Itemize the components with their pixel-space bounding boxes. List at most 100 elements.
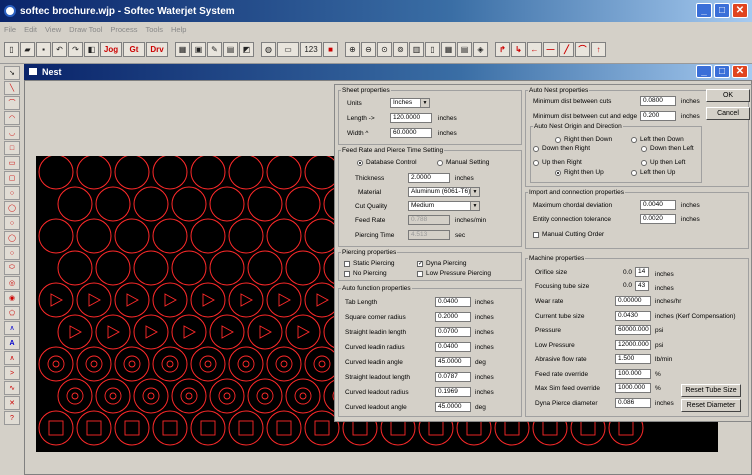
new-file-icon[interactable]: ▯ bbox=[4, 42, 19, 57]
menu-process[interactable]: Process bbox=[110, 25, 137, 34]
paint-icon[interactable]: ◈ bbox=[473, 42, 488, 57]
pin-icon[interactable]: ↑ bbox=[591, 42, 606, 57]
machine-property-input[interactable]: 0.086 bbox=[615, 397, 651, 408]
menu-view[interactable]: View bbox=[45, 25, 61, 34]
origin-up-then-right-radio[interactable] bbox=[533, 160, 539, 166]
thickness-input[interactable]: 2.0000 bbox=[408, 173, 450, 183]
auto-function-input[interactable]: 0.0400 bbox=[435, 297, 471, 307]
origin-down-then-left-radio[interactable] bbox=[641, 146, 647, 152]
auto-function-input[interactable]: 0.1969 bbox=[435, 387, 471, 397]
orifice-size-input[interactable]: 14 bbox=[635, 267, 649, 277]
origin-left-then-up-radio[interactable] bbox=[631, 170, 637, 176]
open-folder-icon[interactable]: ▰ bbox=[20, 42, 35, 57]
circle-tool-icon[interactable]: ○ bbox=[4, 186, 20, 200]
rectangle-tool-icon[interactable]: □ bbox=[4, 141, 20, 155]
machine-property-input[interactable]: 0.0430 bbox=[615, 310, 651, 321]
ruler-icon[interactable]: ▭ bbox=[277, 42, 299, 57]
nest-maximize-icon[interactable]: □ bbox=[714, 65, 730, 78]
reset-diameter-button[interactable]: Reset Diameter bbox=[681, 399, 741, 412]
min-dist-cuts-input[interactable]: 0.0800 bbox=[640, 96, 676, 106]
menu-edit[interactable]: Edit bbox=[24, 25, 37, 34]
entity-tolerance-input[interactable]: 0.0020 bbox=[640, 214, 676, 224]
origin-up-then-left-radio[interactable] bbox=[641, 160, 647, 166]
auto-function-input[interactable]: 0.2000 bbox=[435, 312, 471, 322]
auto-function-input[interactable]: 0.0400 bbox=[435, 342, 471, 352]
triangle-tool-icon[interactable]: ∧ bbox=[4, 321, 20, 335]
pointer-icon[interactable]: ➘ bbox=[4, 66, 20, 80]
text-tool-icon[interactable]: A bbox=[4, 336, 20, 350]
menu-file[interactable]: File bbox=[4, 25, 16, 34]
arc2-tool-icon[interactable]: ◠ bbox=[4, 111, 20, 125]
origin-right-then-down-radio[interactable] bbox=[555, 137, 561, 143]
arc-tool-icon[interactable]: ⌒ bbox=[4, 96, 20, 110]
redo-icon[interactable]: ↷ bbox=[68, 42, 83, 57]
dyna-piercing-checkbox[interactable]: ✓ bbox=[417, 261, 423, 267]
material-select[interactable]: Aluminum (6061-T6) ▼ bbox=[408, 187, 480, 197]
zoom-out-icon[interactable]: ⊖ bbox=[361, 42, 376, 57]
zoom-in-icon[interactable]: ⊕ bbox=[345, 42, 360, 57]
manual-cutting-order-checkbox[interactable] bbox=[533, 232, 539, 238]
machine-property-input[interactable]: 60000.000 bbox=[615, 325, 651, 335]
mode-3d-icon[interactable]: ■ bbox=[323, 42, 338, 57]
pen-icon[interactable]: ✎ bbox=[207, 42, 222, 57]
line-icon[interactable]: — bbox=[543, 42, 558, 57]
leadin-icon[interactable]: ↱ bbox=[495, 42, 510, 57]
close-icon[interactable]: ✕ bbox=[732, 3, 748, 18]
save-icon[interactable]: ▪ bbox=[36, 42, 51, 57]
width-input[interactable]: 60.0000 bbox=[390, 128, 432, 138]
minimize-icon[interactable]: _ bbox=[696, 3, 712, 18]
machine-property-input[interactable]: 1.500 bbox=[615, 354, 651, 364]
nest-icon[interactable]: ◍ bbox=[261, 42, 276, 57]
circle2-tool-icon[interactable]: ◯ bbox=[4, 201, 20, 215]
tool-icon[interactable]: ◧ bbox=[84, 42, 99, 57]
nest-minimize-icon[interactable]: _ bbox=[696, 65, 712, 78]
jog-button[interactable]: Jog bbox=[100, 42, 122, 57]
no-piercing-checkbox[interactable] bbox=[344, 271, 350, 277]
ok-button[interactable]: OK bbox=[706, 89, 750, 102]
layout-icon[interactable]: ▦ bbox=[175, 42, 190, 57]
menu-draw-tool[interactable]: Draw Tool bbox=[69, 25, 102, 34]
target-tool-icon[interactable]: ◉ bbox=[4, 291, 20, 305]
help-tool-icon[interactable]: ? bbox=[4, 411, 20, 425]
reset-tube-size-button[interactable]: Reset Tube Size bbox=[681, 384, 741, 397]
origin-left-then-down-radio[interactable] bbox=[631, 137, 637, 143]
min-dist-edge-input[interactable]: 0.200 bbox=[640, 111, 676, 121]
static-piercing-checkbox[interactable] bbox=[344, 261, 350, 267]
slash-icon[interactable]: ╱ bbox=[559, 42, 574, 57]
cross-tool-icon[interactable]: ✕ bbox=[4, 396, 20, 410]
auto-function-input[interactable]: 45.0000 bbox=[435, 402, 471, 412]
auto-function-input[interactable]: 45.0000 bbox=[435, 357, 471, 367]
chevron-tool-icon[interactable]: ∧ bbox=[4, 351, 20, 365]
rounded-rect-tool-icon[interactable]: ▢ bbox=[4, 171, 20, 185]
chordal-deviation-input[interactable]: 0.0040 bbox=[640, 200, 676, 210]
focusing-tube-input[interactable]: 43 bbox=[635, 281, 649, 291]
menu-help[interactable]: Help bbox=[171, 25, 186, 34]
window-icon[interactable]: ▣ bbox=[191, 42, 206, 57]
maximize-icon[interactable]: □ bbox=[714, 3, 730, 18]
machine-property-input[interactable]: 0.00000 bbox=[615, 296, 651, 306]
auto-function-input[interactable]: 0.0787 bbox=[435, 372, 471, 382]
curve-icon[interactable]: ⌒ bbox=[575, 42, 590, 57]
feed-rate-input[interactable]: 0.788 bbox=[408, 215, 450, 225]
fit-icon[interactable]: ▥ bbox=[409, 42, 424, 57]
ellipse-tool-icon[interactable]: ⬭ bbox=[4, 261, 20, 275]
machine-property-input[interactable]: 100.000 bbox=[615, 368, 651, 379]
units-select[interactable]: Inches ▼ bbox=[390, 98, 430, 108]
drive-button[interactable]: Drv bbox=[146, 42, 168, 57]
goto-button[interactable]: Gt bbox=[123, 42, 145, 57]
ring-tool-icon[interactable]: ◎ bbox=[4, 276, 20, 290]
length-input[interactable]: 120.0000 bbox=[390, 113, 432, 123]
nest-close-icon[interactable]: ✕ bbox=[732, 65, 748, 78]
circle5-tool-icon[interactable]: ○ bbox=[4, 246, 20, 260]
leadout-icon[interactable]: ↳ bbox=[511, 42, 526, 57]
arrow-left-icon[interactable]: ← bbox=[527, 42, 542, 57]
rectangle2-tool-icon[interactable]: ▭ bbox=[4, 156, 20, 170]
machine-property-input[interactable]: 12000.000 bbox=[615, 339, 651, 350]
auto-function-input[interactable]: 0.0700 bbox=[435, 327, 471, 337]
line-tool-icon[interactable]: ╲ bbox=[4, 81, 20, 95]
panel-icon[interactable]: ▤ bbox=[457, 42, 472, 57]
grid-view-icon[interactable]: ▦ bbox=[441, 42, 456, 57]
piercing-time-input[interactable]: 4.513 bbox=[408, 230, 450, 240]
undo-icon[interactable]: ↶ bbox=[52, 42, 67, 57]
zoom-window-icon[interactable]: ⊙ bbox=[377, 42, 392, 57]
